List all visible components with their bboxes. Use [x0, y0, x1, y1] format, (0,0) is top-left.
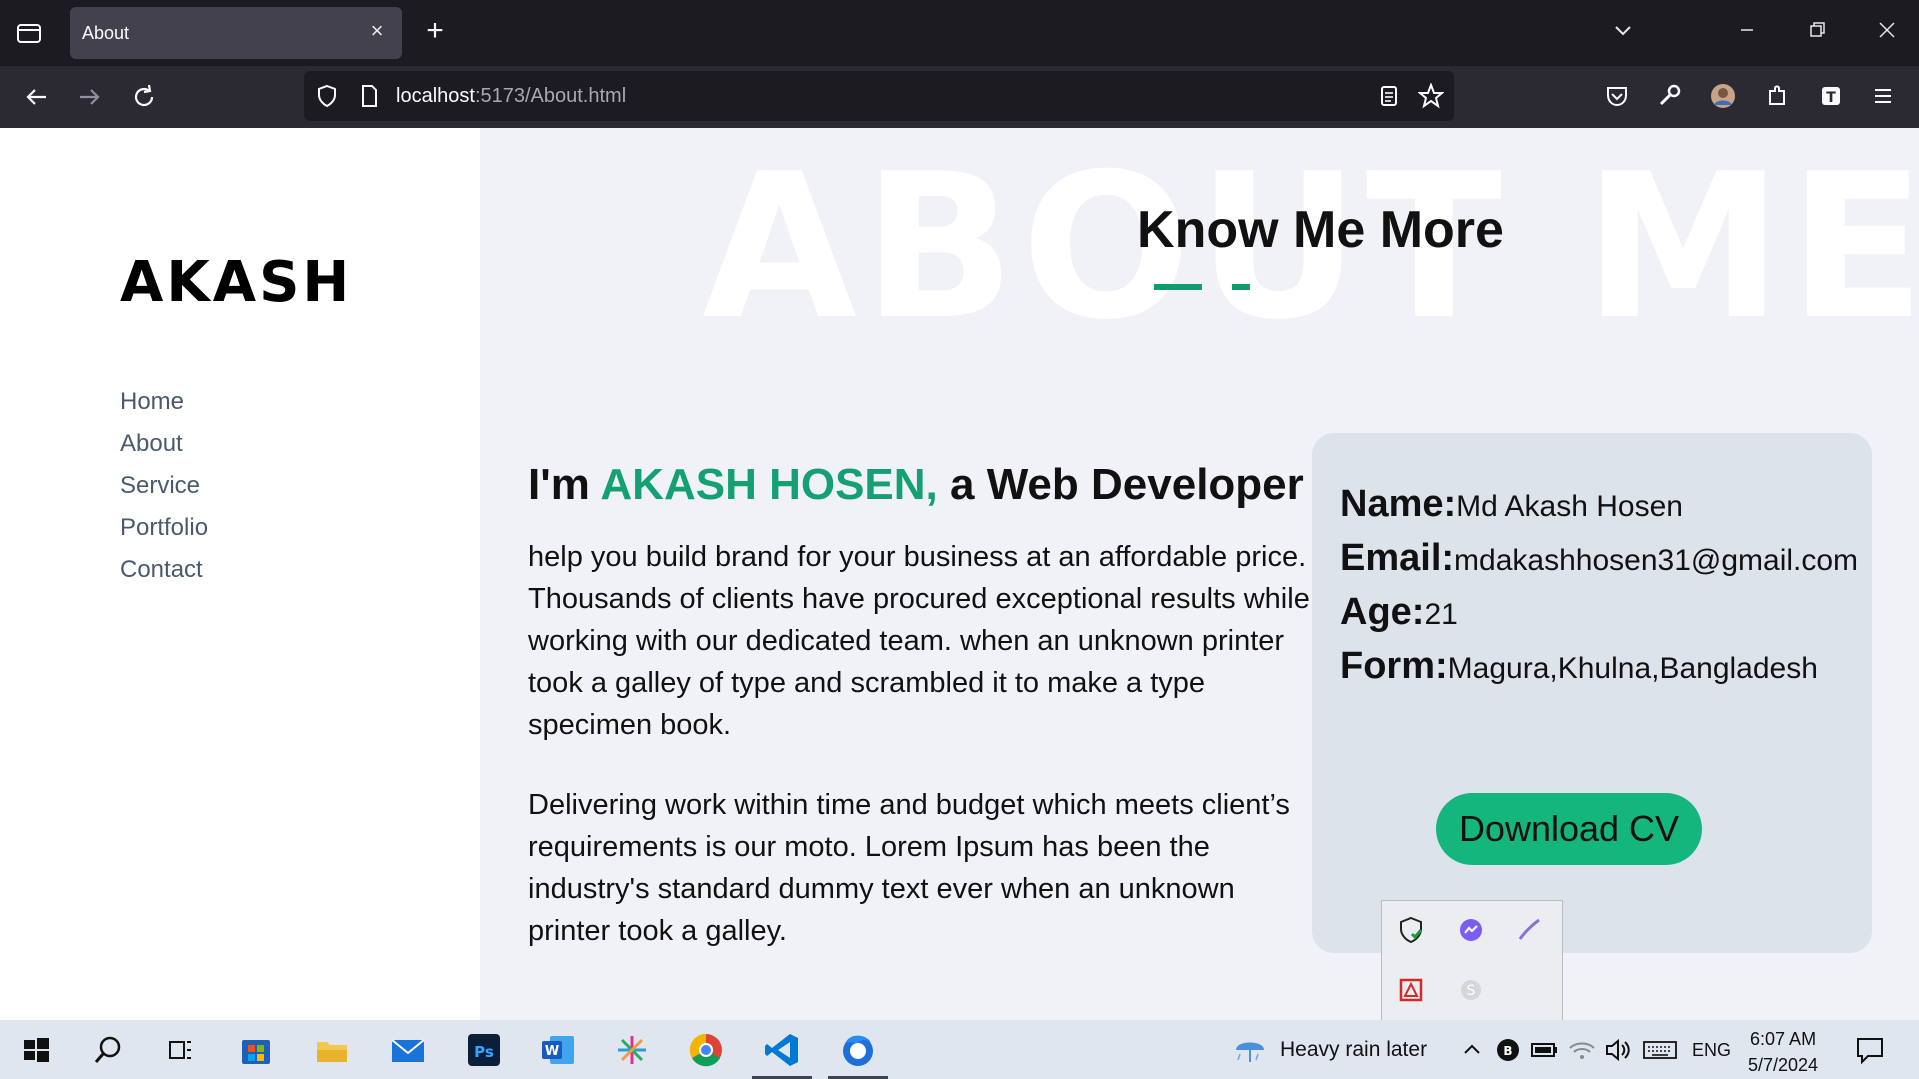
language-indicator[interactable]: ENG [1692, 1040, 1731, 1061]
vscode-icon[interactable] [762, 1030, 802, 1070]
browser-nav-bar: localhost:5173/About.html T [0, 66, 1919, 128]
page-icon[interactable] [356, 83, 382, 109]
minimize-icon[interactable] [1732, 18, 1762, 48]
keyboard-icon[interactable] [1640, 1030, 1680, 1070]
photoshop-icon[interactable]: Ps [464, 1030, 504, 1070]
svg-text:B: B [1503, 1044, 1512, 1058]
chevron-up-icon[interactable] [1452, 1030, 1492, 1070]
shield-icon[interactable] [314, 83, 340, 109]
info-name: Name:Md Akash Hosen [1340, 483, 1683, 525]
task-view-icon[interactable] [160, 1030, 200, 1070]
battery-icon[interactable] [1524, 1030, 1564, 1070]
nav-item-portfolio[interactable]: Portfolio [120, 514, 208, 541]
extension-t-icon[interactable]: T [1814, 79, 1848, 113]
volume-icon[interactable] [1598, 1030, 1638, 1070]
about-paragraph-2: Delivering work within time and budget w… [528, 789, 1290, 947]
sidebar: AKASH Home About Service Portfolio Conta… [0, 128, 480, 1020]
headline-name: AKASH HOSEN, [600, 460, 938, 509]
nav-item-service[interactable]: Service [120, 472, 208, 499]
back-icon[interactable] [20, 81, 52, 113]
clock-time: 6:07 AM [1750, 1029, 1817, 1049]
about-section: ABOUT ME Know Me More I'm AKASH HOSEN, a… [480, 128, 1919, 1020]
security-shield-icon[interactable] [1394, 913, 1428, 947]
info-age: Age:21 [1340, 591, 1458, 633]
nav-item-contact[interactable]: Contact [120, 556, 208, 583]
new-tab-icon[interactable]: + [420, 16, 450, 47]
windows-taskbar: Ps W Heavy rain later B ENG 6:07 AM 5/7/… [0, 1020, 1919, 1079]
forward-icon[interactable] [74, 81, 106, 113]
reload-icon[interactable] [128, 81, 160, 113]
svg-text:W: W [545, 1044, 559, 1059]
info-email: Email:mdakashhosen31@gmail.com [1340, 537, 1859, 579]
windows-start-icon[interactable] [16, 1030, 56, 1070]
svg-text:Ps: Ps [474, 1043, 494, 1061]
wifi-icon[interactable] [1562, 1030, 1602, 1070]
svg-text:T: T [1826, 90, 1836, 106]
skype-icon[interactable]: S [1454, 973, 1488, 1007]
svg-text:S: S [1467, 983, 1476, 999]
restore-icon[interactable] [1802, 18, 1832, 48]
firefox-icon[interactable] [838, 1030, 878, 1070]
list-all-tabs-icon[interactable] [1608, 18, 1638, 48]
reader-view-icon[interactable] [1376, 83, 1402, 109]
personal-info-card: Name:Md Akash Hosen Email:mdakashhosen31… [1312, 433, 1872, 953]
about-paragraph-1: help you build brand for your business a… [528, 541, 1310, 741]
clock[interactable]: 6:07 AM 5/7/2024 [1748, 1026, 1818, 1078]
word-icon[interactable]: W [538, 1030, 578, 1070]
url-bar[interactable]: localhost:5173/About.html [304, 71, 1454, 121]
extensions-icon[interactable] [1760, 79, 1794, 113]
tab-list-icon[interactable] [14, 20, 44, 46]
file-explorer-icon[interactable] [312, 1030, 352, 1070]
pen-tool-icon[interactable] [1512, 913, 1546, 947]
sidebar-nav: Home About Service Portfolio Contact [120, 388, 208, 598]
menu-icon[interactable] [1866, 79, 1900, 113]
notifications-icon[interactable] [1850, 1030, 1890, 1070]
bluetooth-app-icon[interactable]: B [1488, 1030, 1528, 1070]
snipping-tool-icon[interactable] [612, 1030, 652, 1070]
search-icon[interactable] [88, 1030, 128, 1070]
messenger-icon[interactable] [1454, 913, 1488, 947]
section-title: Know Me More [1137, 201, 1504, 259]
close-window-icon[interactable] [1872, 18, 1902, 48]
mail-icon[interactable] [388, 1030, 428, 1070]
about-headline: I'm AKASH HOSEN, a Web Developer [528, 460, 1304, 509]
info-from: Form:Magura,Khulna,Bangladesh [1340, 645, 1818, 687]
tab-title: About [82, 23, 130, 43]
download-cv-button[interactable]: Download CV [1436, 793, 1702, 865]
profile-avatar-icon[interactable] [1706, 79, 1740, 113]
nav-item-about[interactable]: About [120, 430, 208, 457]
browser-tab-bar: About × + [0, 0, 1919, 66]
wrench-icon[interactable] [1652, 79, 1686, 113]
acrobat-icon[interactable] [1394, 973, 1428, 1007]
nav-item-home[interactable]: Home [120, 388, 208, 415]
microsoft-store-icon[interactable] [236, 1030, 276, 1070]
pocket-icon[interactable] [1600, 79, 1634, 113]
title-underline-dash [1232, 284, 1250, 290]
browser-tab-active[interactable]: About × [70, 7, 402, 59]
url-text[interactable]: localhost:5173/About.html [396, 85, 626, 108]
bookmark-star-icon[interactable] [1417, 82, 1445, 109]
site-brand[interactable]: AKASH [120, 250, 352, 315]
clock-date: 5/7/2024 [1748, 1055, 1819, 1075]
weather-rain-icon[interactable] [1230, 1030, 1270, 1070]
title-underline [1154, 284, 1202, 290]
close-tab-icon[interactable]: × [366, 20, 388, 42]
tray-overflow-popup: S [1381, 900, 1563, 1022]
weather-text[interactable]: Heavy rain later [1280, 1038, 1427, 1062]
chrome-icon[interactable] [686, 1030, 726, 1070]
